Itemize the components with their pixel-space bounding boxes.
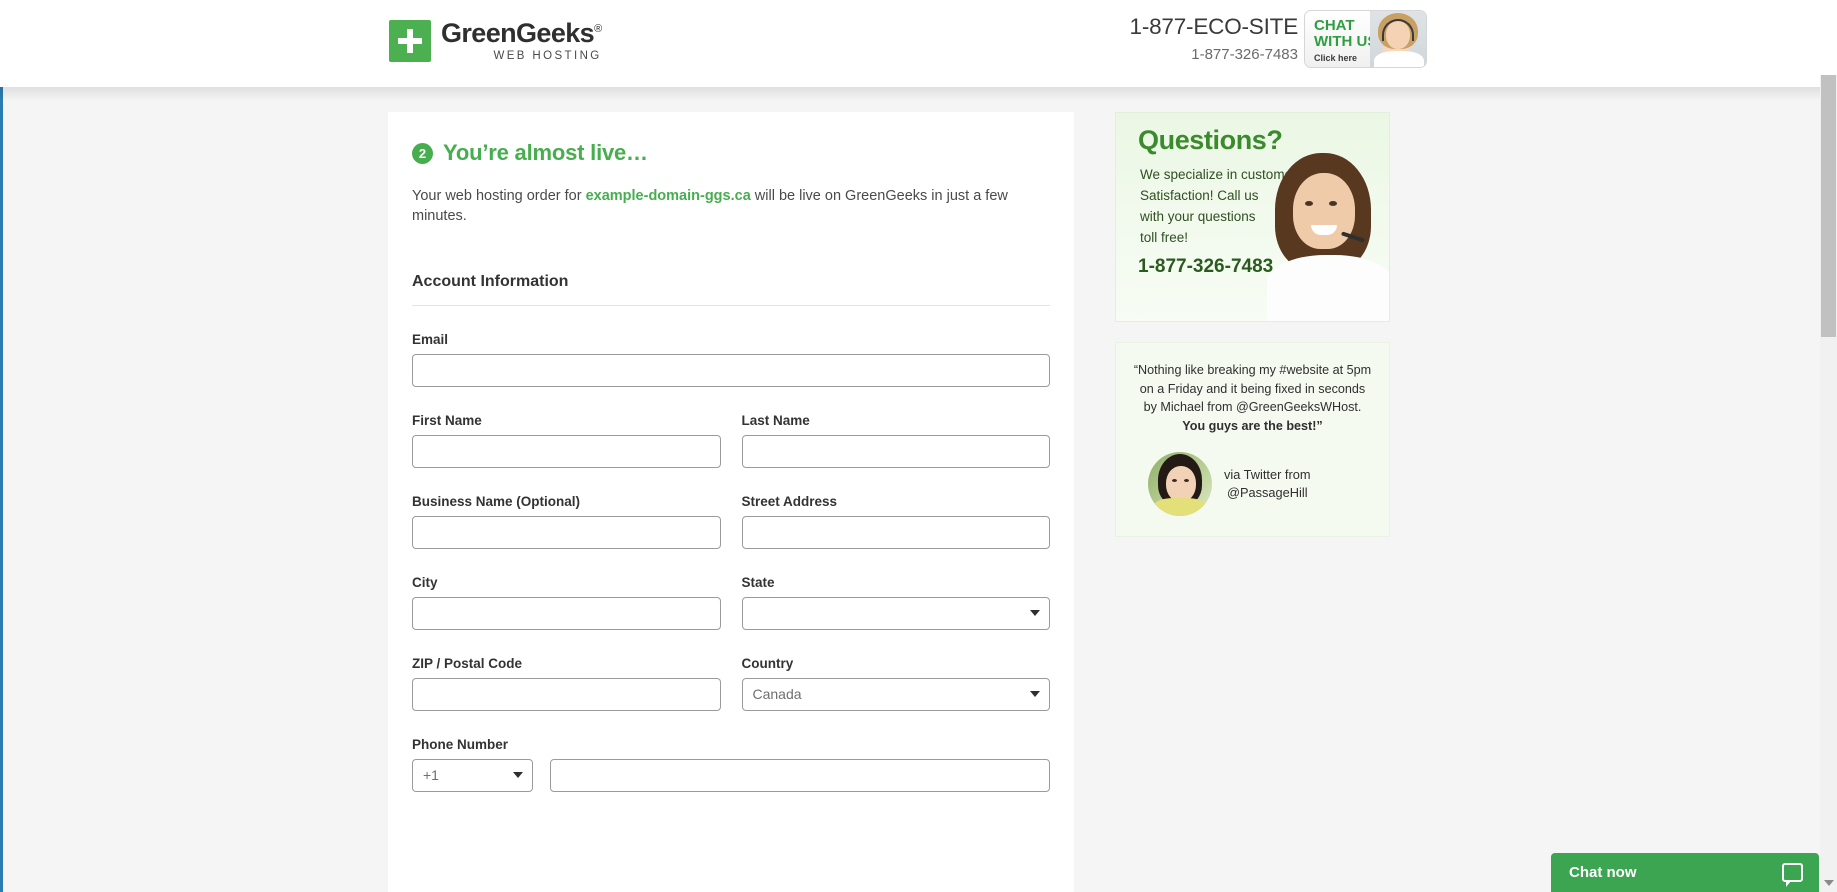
account-information-heading: Account Information (412, 273, 1050, 306)
testimonial-quote: “Nothing like breaking my #website at 5p… (1130, 361, 1375, 436)
country-select[interactable]: Canada (741, 677, 1050, 711)
country-label: Country (741, 655, 794, 671)
scroll-down-arrow-icon[interactable] (1824, 880, 1834, 886)
zip-label: ZIP / Postal Code (412, 655, 523, 671)
site-header: GreenGeeks® WEB HOSTING 1-877-ECO-SITE 1… (0, 0, 1837, 87)
greengeeks-logo[interactable]: GreenGeeks® WEB HOSTING (389, 20, 602, 63)
first-name-field-group: First Name (412, 413, 721, 468)
state-label: State (741, 574, 775, 590)
support-agent-photo (1267, 149, 1389, 321)
first-name-label: First Name (412, 412, 482, 428)
chat-with-us-badge[interactable]: CHAT WITH US Click here (1304, 10, 1427, 68)
chat-bubble-icon (1782, 863, 1803, 887)
page-title: You’re almost live… (443, 140, 648, 165)
step-heading: 2 You’re almost live… (412, 140, 1050, 166)
chat-now-label: Chat now (1569, 864, 1637, 881)
email-input[interactable] (412, 353, 1050, 387)
header-phone-vanity[interactable]: 1-877-ECO-SITE (1118, 14, 1299, 40)
questions-title: Questions? (1138, 125, 1283, 155)
city-label: City (412, 574, 438, 590)
chevron-down-icon (1030, 610, 1040, 617)
logo-tagline: WEB HOSTING (493, 50, 602, 62)
order-domain: example-domain-ggs.ca (585, 188, 751, 204)
phone-label: Phone Number (412, 736, 509, 752)
testimonial-via-line-2: @PassageHill (1226, 484, 1308, 500)
chevron-down-icon (513, 772, 523, 779)
email-label: Email (412, 331, 449, 347)
testimonial-quote-line-4: You guys are the best!” (1182, 418, 1323, 433)
testimonial-attribution: via Twitter from @PassageHill (1130, 451, 1375, 516)
support-agent-thumbnail (1370, 11, 1426, 67)
testimonial-quote-line-2: on a Friday and it being fixed in second… (1139, 381, 1366, 396)
order-note-prefix: Your web hosting order for (412, 188, 586, 204)
chat-badge-line1: CHAT (1314, 17, 1355, 34)
street-address-label: Street Address (741, 493, 838, 509)
zip-field-group: ZIP / Postal Code (412, 656, 721, 711)
checkout-form-card: 2 You’re almost live… Your web hosting o… (388, 112, 1074, 892)
plus-icon (389, 20, 431, 63)
city-field-group: City (412, 575, 721, 630)
avatar (1148, 451, 1212, 516)
phone-number-input[interactable] (550, 758, 1050, 792)
country-select-value: Canada (752, 686, 802, 703)
chat-badge-line2: WITH US (1314, 32, 1378, 50)
testimonial-quote-line-1: “Nothing like breaking my #website at 5p… (1133, 363, 1372, 377)
header-shadow (0, 87, 1837, 101)
business-name-input[interactable] (412, 515, 721, 549)
country-field-group: Country Canada (741, 655, 1050, 711)
page-scrollbar-thumb[interactable] (1821, 75, 1836, 337)
business-address-row: Business Name (Optional) Street Address (412, 494, 1050, 549)
email-field-group: Email (412, 332, 1050, 387)
last-name-field-group: Last Name (741, 412, 1050, 468)
phone-field-group: Phone Number +1 (412, 737, 1050, 792)
street-address-field-group: Street Address (741, 493, 1050, 549)
header-phone-digits[interactable]: 1-877-326-7483 (1118, 46, 1298, 63)
step-number-badge: 2 (412, 142, 433, 164)
sidebar: Questions? We specialize in customer Sat… (1115, 112, 1390, 537)
header-contact: 1-877-ECO-SITE 1-877-326-7483 (1118, 14, 1299, 63)
chevron-down-icon (1030, 691, 1040, 698)
registered-mark: ® (594, 23, 602, 35)
zip-input[interactable] (412, 677, 721, 711)
last-name-label: Last Name (741, 412, 810, 428)
first-name-input[interactable] (412, 434, 721, 468)
chat-now-widget[interactable]: Chat now (1551, 853, 1819, 892)
testimonial-panel: “Nothing like breaking my #website at 5p… (1115, 342, 1390, 537)
city-state-row: City State (412, 575, 1050, 630)
zip-country-row: ZIP / Postal Code Country Canada (412, 656, 1050, 711)
logo-name: GreenGeeks (441, 18, 595, 48)
name-row: First Name Last Name (412, 413, 1050, 468)
street-address-input[interactable] (741, 515, 1050, 549)
state-select[interactable] (741, 596, 1050, 630)
chat-badge-line3: Click here (1314, 52, 1358, 63)
last-name-input[interactable] (741, 434, 1050, 468)
city-input[interactable] (412, 596, 721, 630)
questions-phone[interactable]: 1-877-326-7483 (1138, 256, 1273, 278)
browser-viewport: GreenGeeks® WEB HOSTING 1-877-ECO-SITE 1… (0, 0, 1837, 892)
testimonial-via-line-1: via Twitter from (1224, 467, 1311, 483)
business-name-label: Business Name (Optional) (412, 493, 581, 509)
testimonial-quote-line-3: by Michael from @GreenGeeksWHost. (1143, 400, 1362, 415)
browser-left-edge (0, 80, 3, 892)
business-name-field-group: Business Name (Optional) (412, 494, 721, 549)
questions-panel: Questions? We specialize in customer Sat… (1115, 112, 1390, 322)
order-note: Your web hosting order for example-domai… (412, 186, 1050, 227)
state-field-group: State (741, 574, 1050, 630)
phone-country-code-value: +1 (423, 767, 439, 784)
